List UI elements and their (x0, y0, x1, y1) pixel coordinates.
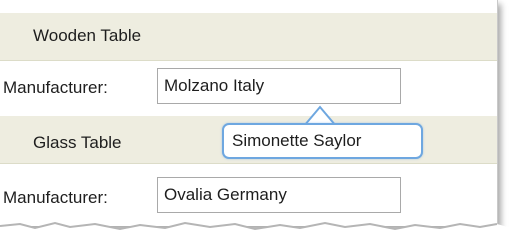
torn-paper-edge (0, 221, 511, 243)
section-header-wooden-table: Wooden Table (0, 13, 497, 61)
manufacturer-field[interactable] (157, 68, 401, 104)
manufacturer-label: Manufacturer: (3, 188, 108, 207)
manufacturer-row: Manufacturer: (0, 170, 497, 225)
manufacturer-field[interactable] (157, 177, 401, 213)
autocomplete-tooltip[interactable]: Simonette Saylor (222, 123, 423, 159)
section-title: Wooden Table (33, 26, 142, 45)
section-title: Glass Table (33, 133, 122, 152)
form-panel: Wooden Table Manufacturer: Glass Table M… (0, 0, 498, 226)
manufacturer-label: Manufacturer: (3, 78, 108, 97)
manufacturer-row: Manufacturer: (0, 60, 497, 115)
